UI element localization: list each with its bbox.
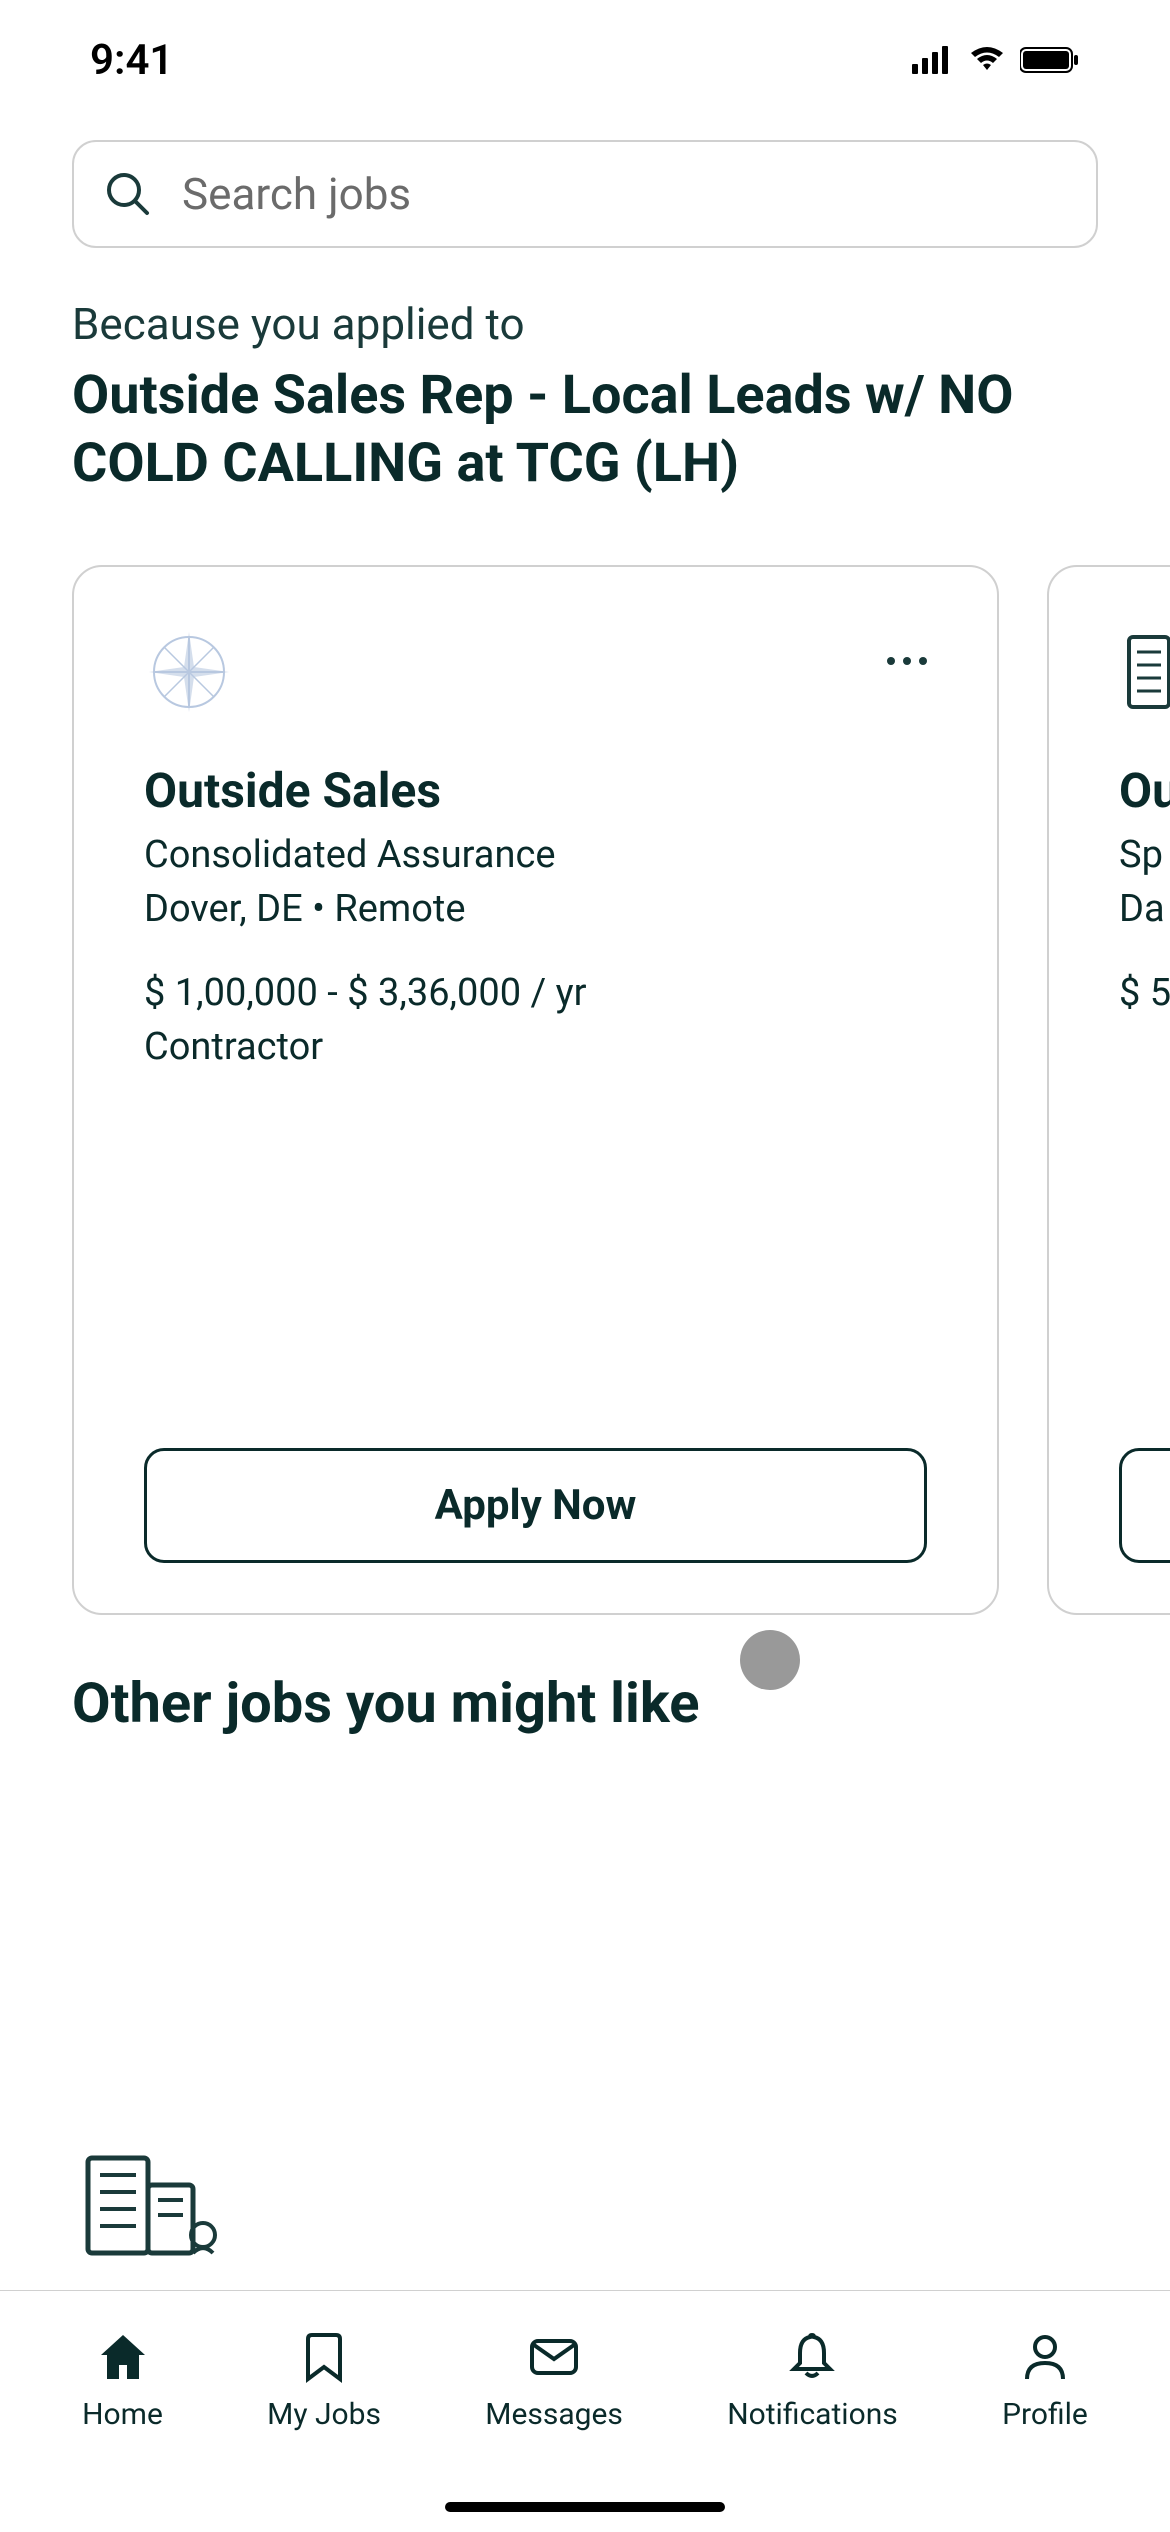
bookmark-icon	[296, 2329, 352, 2385]
applied-label: Because you applied to	[72, 298, 1098, 350]
mail-icon	[526, 2329, 582, 2385]
job-salary: $ 1,00,000 - $ 3,36,000 / yr	[144, 971, 927, 1015]
search-container: Search jobs	[72, 140, 1098, 248]
company-logo-icon	[1119, 627, 1170, 717]
job-card[interactable]: Outside Sales Representative Sp Da $ 5 A…	[1047, 565, 1170, 1615]
other-job-card-peek[interactable]	[80, 2150, 220, 2264]
nav-label: Messages	[485, 2397, 623, 2432]
loading-indicator-icon	[740, 1630, 800, 1690]
job-company: Consolidated Assurance	[144, 833, 927, 877]
applied-title: Outside Sales Rep - Local Leads w/ NO CO…	[72, 362, 1098, 497]
nav-profile[interactable]: Profile	[1002, 2329, 1088, 2432]
nav-messages[interactable]: Messages	[485, 2329, 623, 2432]
job-card[interactable]: Outside Sales Consolidated Assurance Dov…	[72, 565, 999, 1615]
home-indicator[interactable]	[445, 2502, 725, 2512]
company-logo-icon	[144, 627, 234, 717]
job-salary: $ 5	[1119, 971, 1170, 1015]
nav-label: Home	[82, 2397, 163, 2432]
nav-home[interactable]: Home	[82, 2329, 163, 2432]
bottom-nav: Home My Jobs Messages Notifications Prof…	[0, 2290, 1170, 2532]
job-cards-carousel[interactable]: Outside Sales Consolidated Assurance Dov…	[0, 497, 1170, 1615]
apply-button[interactable]: Apply Now	[1119, 1448, 1170, 1563]
battery-icon	[1020, 46, 1080, 74]
nav-label: Notifications	[727, 2397, 898, 2432]
more-options-button[interactable]	[887, 627, 927, 665]
search-icon	[104, 170, 152, 218]
status-time: 9:41	[90, 36, 173, 85]
nav-my-jobs[interactable]: My Jobs	[267, 2329, 381, 2432]
other-jobs-header: Other jobs you might like	[0, 1615, 1170, 1736]
nav-label: My Jobs	[267, 2397, 381, 2432]
job-location: Da	[1119, 887, 1170, 931]
search-input[interactable]: Search jobs	[72, 140, 1098, 248]
job-type: Contractor	[144, 1025, 927, 1069]
search-placeholder: Search jobs	[182, 168, 411, 220]
profile-icon	[1017, 2329, 1073, 2385]
other-jobs-title: Other jobs you might like	[72, 1670, 1098, 1736]
home-icon	[95, 2329, 151, 2385]
status-icons	[912, 46, 1080, 74]
nav-label: Profile	[1002, 2397, 1088, 2432]
card-header	[144, 627, 927, 717]
job-title: Outside Sales Representative	[1119, 762, 1170, 819]
status-bar: 9:41	[0, 0, 1170, 110]
job-company: Sp	[1119, 833, 1170, 877]
card-header	[1119, 627, 1170, 717]
recommendation-header: Because you applied to Outside Sales Rep…	[0, 298, 1170, 497]
cellular-icon	[912, 46, 954, 74]
bell-icon	[784, 2329, 840, 2385]
building-icon	[80, 2150, 220, 2260]
wifi-icon	[968, 46, 1006, 74]
job-title: Outside Sales	[144, 762, 927, 819]
nav-notifications[interactable]: Notifications	[727, 2329, 898, 2432]
apply-button[interactable]: Apply Now	[144, 1448, 927, 1563]
job-location: Dover, DE • Remote	[144, 887, 927, 931]
